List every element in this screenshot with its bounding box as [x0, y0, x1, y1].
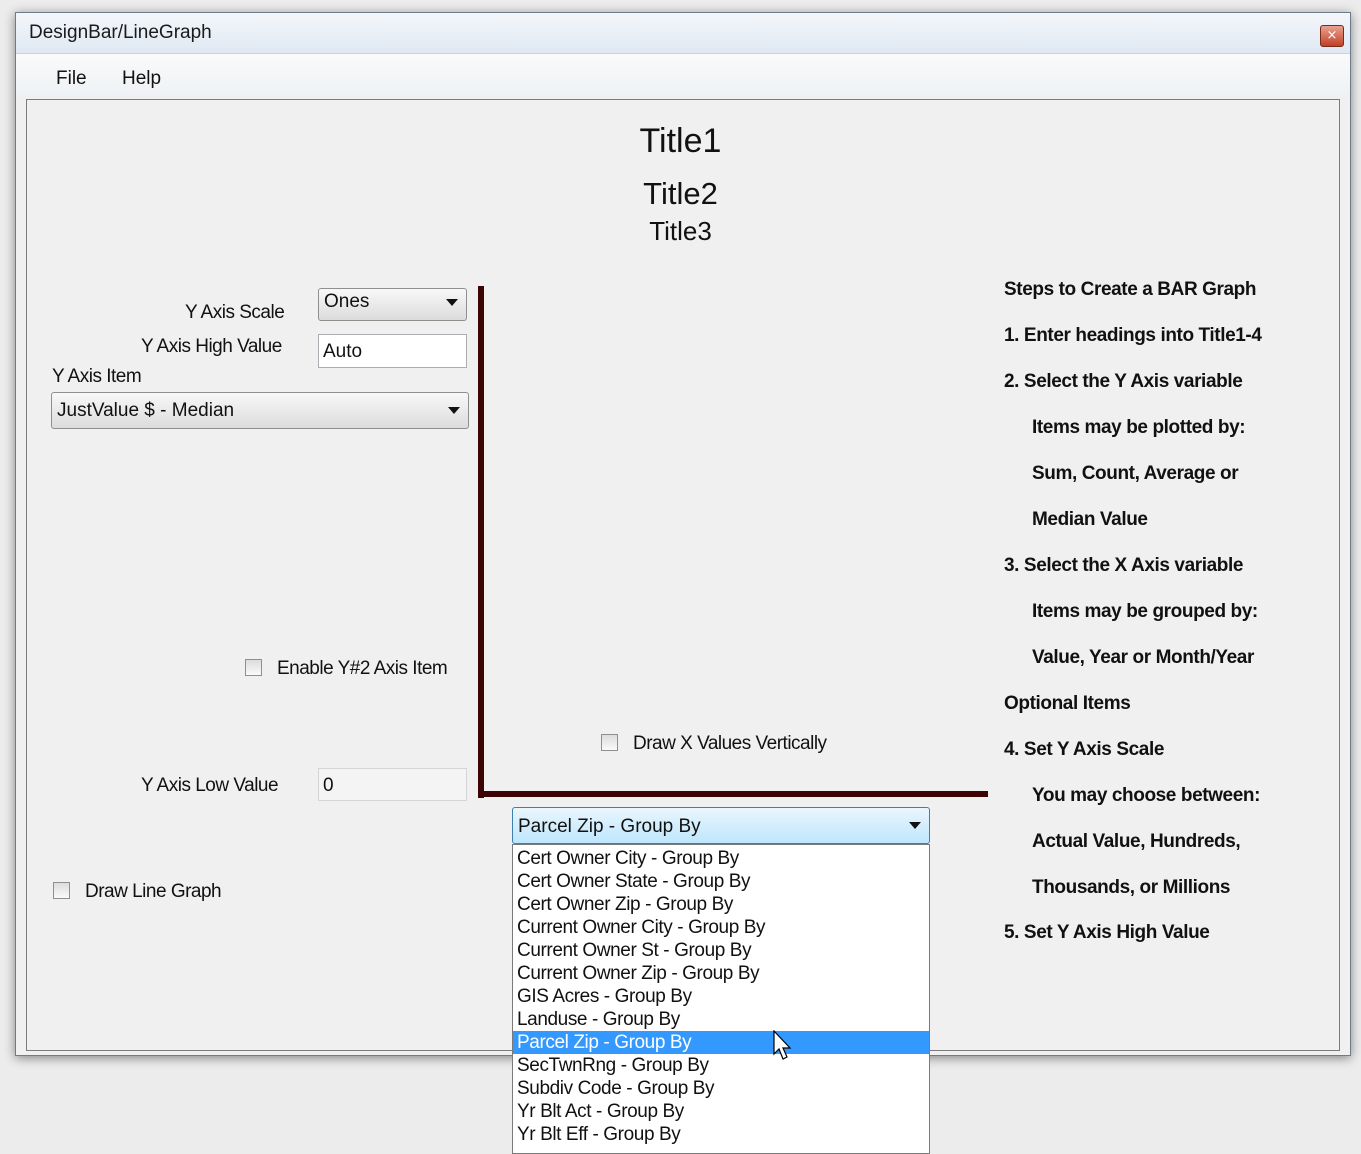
step-text: You may choose between:	[1032, 785, 1261, 806]
step-text: Value, Year or Month/Year	[1032, 647, 1254, 668]
y-axis-high-input[interactable]: Auto	[318, 334, 467, 368]
y-axis-scale-label: Y Axis Scale	[185, 302, 285, 323]
step-text: Sum, Count, Average or	[1032, 463, 1239, 484]
x-axis-dropdown-list: Cert Owner City - Group By Cert Owner St…	[512, 844, 930, 1154]
dropdown-option[interactable]: Yr Blt Act - Group By	[513, 1100, 929, 1123]
title-bar[interactable]: DesignBar/LineGraph ×	[16, 13, 1350, 54]
y-axis-scale-select[interactable]: Ones	[318, 288, 467, 321]
steps-heading: Steps to Create a BAR Graph	[1004, 279, 1257, 300]
dropdown-option[interactable]: Current Owner St - Group By	[513, 939, 929, 962]
dropdown-option[interactable]: Cert Owner Zip - Group By	[513, 893, 929, 916]
step-text: 1. Enter headings into Title1-4	[1004, 325, 1262, 346]
step-text: Optional Items	[1004, 693, 1131, 714]
y-axis-scale-value: Ones	[324, 291, 370, 312]
dropdown-option[interactable]: Cert Owner City - Group By	[513, 847, 929, 870]
step-text: Actual Value, Hundreds,	[1032, 831, 1241, 852]
step-text: Thousands, or Millions	[1032, 877, 1231, 898]
draw-line-graph-checkbox[interactable]	[53, 882, 70, 899]
window-title: DesignBar/LineGraph	[29, 22, 212, 43]
title1: Title1	[639, 122, 722, 160]
y-axis-low-input[interactable]: 0	[318, 768, 467, 801]
dropdown-option-selected[interactable]: Parcel Zip - Group By	[513, 1031, 929, 1054]
y-axis-item-value: JustValue $ - Median	[57, 400, 235, 421]
chevron-down-icon	[446, 299, 458, 306]
y-axis-high-label: Y Axis High Value	[141, 336, 282, 357]
menu-file[interactable]: File	[56, 68, 87, 90]
y-axis-low-label: Y Axis Low Value	[141, 775, 279, 796]
dropdown-option[interactable]: GIS Acres - Group By	[513, 985, 929, 1008]
dropdown-option[interactable]: SecTwnRng - Group By	[513, 1054, 929, 1077]
step-text: Items may be plotted by:	[1032, 417, 1246, 438]
x-axis-item-value: Parcel Zip - Group By	[518, 816, 701, 837]
draw-x-vertical-label: Draw X Values Vertically	[633, 733, 827, 754]
graph-x-axis-line	[478, 791, 988, 797]
draw-line-graph-label: Draw Line Graph	[85, 881, 222, 902]
step-text: 2. Select the Y Axis variable	[1004, 371, 1243, 392]
dropdown-option[interactable]: Current Owner City - Group By	[513, 916, 929, 939]
dropdown-option[interactable]: Current Owner Zip - Group By	[513, 962, 929, 985]
step-text: 3. Select the X Axis variable	[1004, 555, 1244, 576]
chevron-down-icon	[909, 822, 921, 829]
y-axis-item-select[interactable]: JustValue $ - Median	[51, 392, 469, 429]
graph-y-axis-line	[478, 286, 484, 798]
dropdown-option[interactable]: Cert Owner State - Group By	[513, 870, 929, 893]
step-text: 4. Set Y Axis Scale	[1004, 739, 1164, 760]
step-text: Items may be grouped by:	[1032, 601, 1258, 622]
enable-y2-checkbox[interactable]	[245, 659, 262, 676]
close-button[interactable]: ×	[1320, 25, 1344, 47]
title3: Title3	[649, 216, 712, 246]
chevron-down-icon	[448, 407, 460, 414]
y-axis-item-label: Y Axis Item	[52, 366, 142, 387]
menu-bar: File Help	[16, 54, 1350, 98]
menu-help[interactable]: Help	[122, 68, 161, 90]
dropdown-option[interactable]: Landuse - Group By	[513, 1008, 929, 1031]
dropdown-option[interactable]: Yr Blt Eff - Group By	[513, 1123, 929, 1146]
dropdown-option[interactable]: Subdiv Code - Group By	[513, 1077, 929, 1100]
x-axis-item-select[interactable]: Parcel Zip - Group By	[512, 807, 930, 844]
mouse-cursor-icon	[773, 1030, 792, 1060]
step-text: Median Value	[1032, 509, 1148, 530]
title2: Title2	[643, 176, 718, 211]
draw-x-vertical-checkbox[interactable]	[601, 734, 618, 751]
step-text: 5. Set Y Axis High Value	[1004, 922, 1210, 943]
enable-y2-label: Enable Y#2 Axis Item	[277, 658, 448, 679]
